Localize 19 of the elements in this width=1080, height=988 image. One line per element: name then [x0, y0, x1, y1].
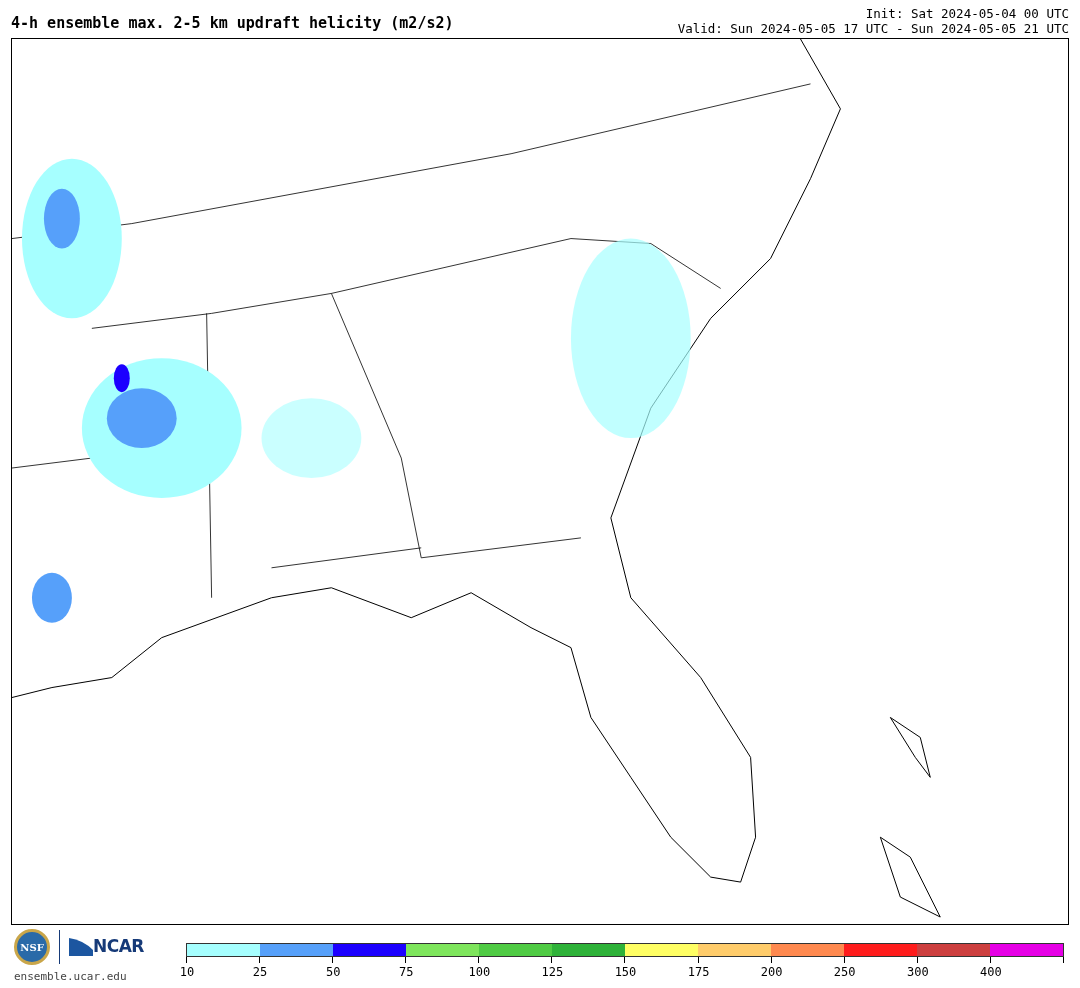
chart-title: 4-h ensemble max. 2-5 km updraft helicity (m2/s2) [11, 14, 454, 34]
tick-label: 250 [833, 964, 856, 981]
site-address: ensemble.ucar.edu [14, 969, 128, 985]
tick-label: 125 [541, 964, 564, 981]
tick-label: 100 [468, 964, 491, 981]
ncar-logo: NCAR [93, 935, 144, 959]
tick-label: 25 [252, 964, 268, 981]
tick-label: 150 [614, 964, 637, 981]
tick-label: 300 [906, 964, 929, 981]
tick-label: 200 [760, 964, 783, 981]
ncar-swoosh-icon [69, 938, 93, 956]
tick-label: 400 [980, 964, 1002, 981]
tick-label: 75 [399, 964, 414, 981]
valid-time: Valid: Sun 2024-05-05 17 UTC - Sun 2024-05-05 21 UTC [677, 21, 1069, 36]
nsf-logo: NSF [14, 929, 50, 965]
tick-label: 175 [687, 964, 710, 981]
tick-label: 50 [325, 964, 341, 981]
tick-label: 10 [179, 964, 195, 981]
init-time: Init: Sat 2024-05-04 00 UTC [865, 6, 1069, 21]
